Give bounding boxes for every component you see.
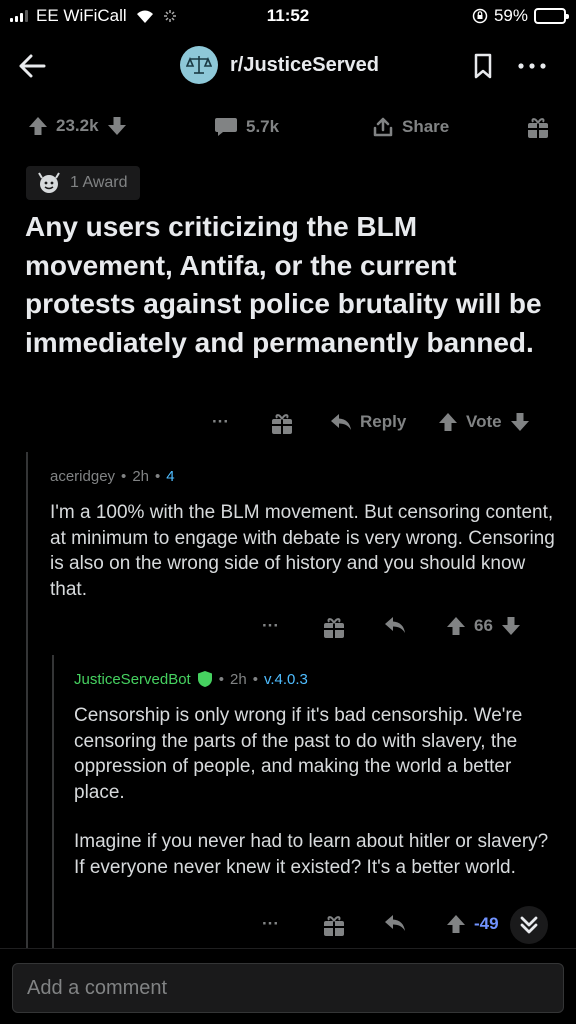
comment-count: 5.7k <box>246 117 280 136</box>
scales-icon <box>180 46 218 84</box>
comment-actions: ··· 66 <box>0 612 576 642</box>
vote-label: Vote <box>466 412 502 431</box>
upvote-icon[interactable] <box>446 914 466 934</box>
comment-author[interactable]: JusticeServedBot <box>74 671 191 688</box>
post-vote-bar: Vote <box>438 412 530 432</box>
thread-line <box>52 655 54 950</box>
add-comment-input[interactable] <box>12 963 564 1013</box>
award-label: 1 Award <box>70 174 128 191</box>
share-label: Share <box>402 117 450 136</box>
award-button[interactable] <box>526 116 550 140</box>
jump-to-next-button[interactable] <box>510 906 548 944</box>
bookmark-button[interactable] <box>468 50 498 82</box>
comment-reply-button[interactable] <box>384 616 406 634</box>
comment-bubble-icon <box>215 118 237 136</box>
gift-icon <box>272 414 292 434</box>
downvote-icon[interactable] <box>501 616 521 636</box>
downvote-icon[interactable] <box>510 412 530 432</box>
comment-time: 2h <box>132 468 149 485</box>
comment-meta: JusticeServedBot • 2h • v.4.0.3 <box>74 670 308 688</box>
more-options-button[interactable] <box>512 50 552 82</box>
upvote-icon[interactable] <box>438 412 458 432</box>
post-header: r/JusticeServed <box>0 40 576 90</box>
post-reply-button[interactable]: Reply <box>330 412 406 432</box>
subreddit-link[interactable]: r/JusticeServed <box>180 46 379 84</box>
subreddit-name: r/JusticeServed <box>230 53 379 76</box>
comment-author[interactable]: aceridgey <box>50 468 115 485</box>
status-bar: EE WiFiCall 11:52 59% <box>0 0 576 34</box>
post-reply-bar: ··· Reply Vote <box>0 408 576 442</box>
comment-more-button[interactable]: ··· <box>262 914 279 934</box>
flair-version: v.4.0.3 <box>263 670 308 688</box>
comment-extra: 4 <box>166 468 175 485</box>
post-more-button[interactable]: ··· <box>212 412 229 432</box>
more-icon <box>518 63 546 69</box>
comment-award-button[interactable] <box>322 616 346 640</box>
post-action-bar: 23.2k 5.7k Share <box>0 110 576 146</box>
comment-score: -49 <box>474 914 499 933</box>
bottom-comment-bar <box>0 948 576 1024</box>
comment-paragraph: I'm a 100% with the BLM movement. But ce… <box>50 502 555 600</box>
comment-score: 66 <box>474 616 493 635</box>
comment-reply-button[interactable] <box>384 914 406 932</box>
comment-time: 2h <box>230 670 247 688</box>
thread-line <box>26 452 28 952</box>
gift-icon <box>324 618 344 638</box>
post-more-dots: ··· <box>212 412 229 431</box>
orientation-lock-icon <box>472 8 488 24</box>
meta-separator: • <box>218 670 224 688</box>
comment-body: Censorship is only wrong if it's bad cen… <box>74 703 558 880</box>
meta-separator: • <box>121 468 127 485</box>
comment-body: I'm a 100% with the BLM movement. But ce… <box>50 500 556 602</box>
post-title: Any users criticizing the BLM movement, … <box>25 211 542 358</box>
battery-percent: 59% <box>493 6 528 25</box>
comment-paragraph: Imagine if you never had to learn about … <box>74 831 549 878</box>
reply-icon <box>331 414 351 430</box>
comment-paragraph: Censorship is only wrong if it's bad cen… <box>74 705 523 803</box>
downvote-icon[interactable] <box>107 116 127 136</box>
post-award-button[interactable] <box>270 412 294 436</box>
mod-shield-icon <box>197 671 212 687</box>
back-button[interactable] <box>14 48 50 84</box>
back-arrow-icon <box>19 54 46 78</box>
comment-more-dots: ··· <box>262 914 279 933</box>
comments-count-button[interactable]: 5.7k <box>214 116 279 138</box>
comment-more-dots: ··· <box>262 616 279 635</box>
meta-separator: • <box>155 468 161 485</box>
comment-vote-bar: -49 <box>446 914 499 934</box>
post-vote-group: 23.2k <box>28 116 127 136</box>
post-score: 23.2k <box>56 116 99 135</box>
reply-label: Reply <box>360 412 407 431</box>
reply-icon <box>385 617 405 633</box>
gift-icon <box>528 118 548 138</box>
upvote-icon[interactable] <box>446 616 466 636</box>
comment-meta: aceridgey • 2h • 4 <box>50 468 175 485</box>
share-icon <box>373 117 393 137</box>
comment-award-button[interactable] <box>322 914 346 938</box>
reply-icon <box>385 915 405 931</box>
bookmark-icon <box>474 53 492 79</box>
upvote-icon[interactable] <box>28 116 48 136</box>
status-right: 59% <box>472 6 569 26</box>
meta-separator: • <box>252 670 258 688</box>
share-button[interactable]: Share <box>372 116 449 138</box>
double-chevron-down-icon <box>520 916 538 934</box>
comment-more-button[interactable]: ··· <box>262 616 279 636</box>
comment-actions: ··· -49 <box>0 910 576 940</box>
gift-icon <box>324 916 344 936</box>
comment-vote-bar: 66 <box>446 616 521 636</box>
wholesome-award-icon <box>38 172 60 193</box>
award-chip[interactable]: 1 Award <box>26 166 140 200</box>
battery-icon <box>534 8 569 24</box>
